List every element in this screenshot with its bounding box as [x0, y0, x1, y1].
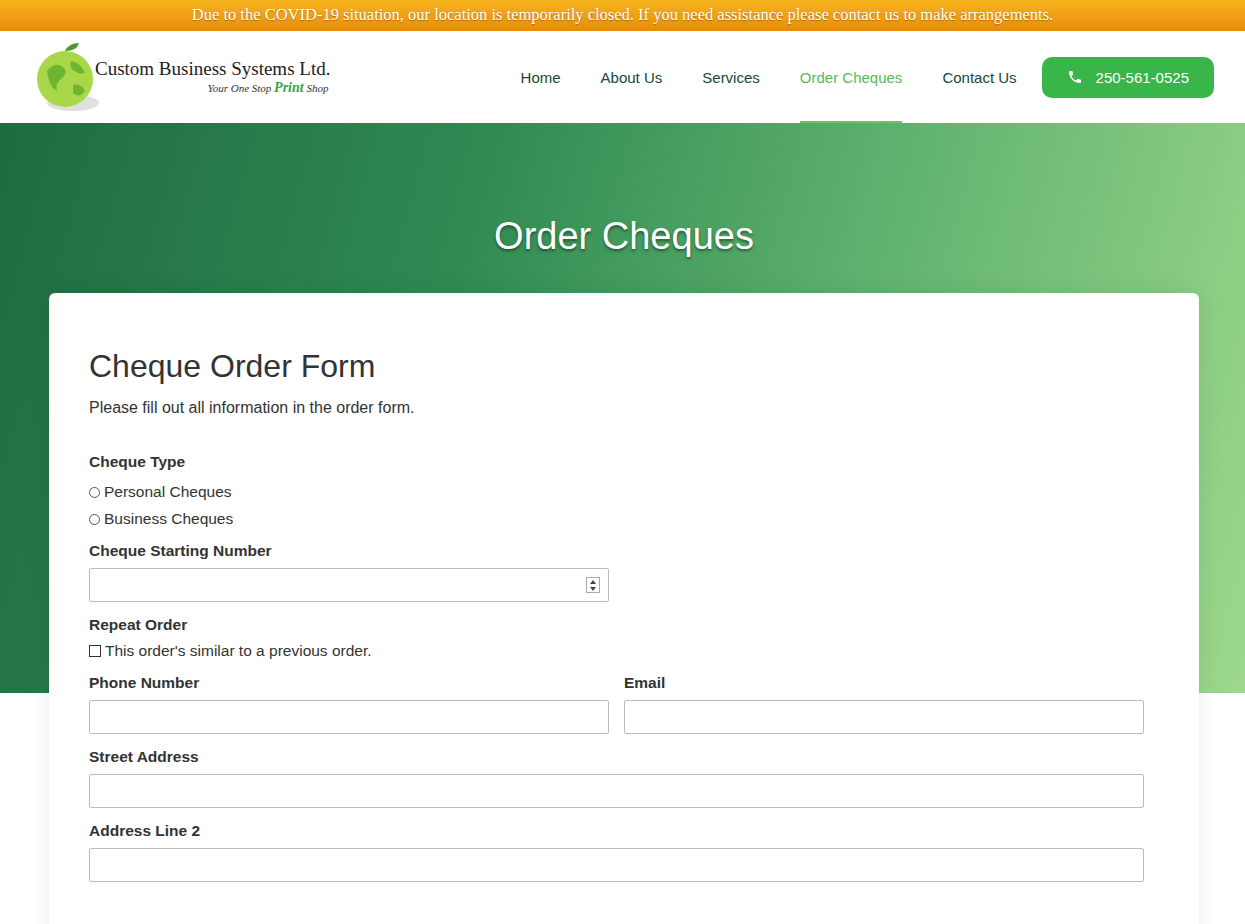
field-label: Phone Number: [89, 674, 609, 692]
phone-icon: [1067, 69, 1083, 85]
page: Due to the COVID-19 situation, our locat…: [0, 0, 1245, 924]
text-input[interactable]: [89, 774, 1144, 808]
field-label: Street Address: [89, 748, 1144, 766]
number-field: Cheque Starting Number: [89, 542, 1144, 602]
checkbox-field: Repeat Order This order's similar to a p…: [89, 616, 1144, 660]
nav-item[interactable]: Services: [702, 31, 760, 123]
text-input[interactable]: [89, 848, 1144, 882]
checkbox[interactable]: [89, 645, 101, 657]
field-row: Phone Number Email: [89, 674, 1144, 748]
header: Custom Business Systems Ltd. Your One St…: [0, 31, 1245, 123]
main-nav: Home About Us Services Order Cheques Contact…: [521, 31, 1214, 123]
spin-down-icon[interactable]: [590, 587, 596, 591]
field-label: Repeat Order: [89, 616, 1144, 634]
globe-logo-icon: [33, 41, 101, 113]
hero-title: Order Cheques: [494, 159, 754, 258]
radio-option[interactable]: Personal Cheques: [89, 483, 1144, 501]
form-intro: Please fill out all information in the o…: [89, 399, 1144, 417]
text-input[interactable]: [624, 700, 1144, 734]
form-title: Cheque Order Form: [89, 348, 1144, 385]
number-input[interactable]: [89, 568, 609, 602]
logo-tagline: Your One Stop Print Shop: [208, 80, 329, 96]
spinner[interactable]: [586, 577, 600, 593]
text-field: Address Line 2: [89, 822, 1144, 882]
nav-item[interactable]: About Us: [601, 31, 663, 123]
field-label: Cheque Starting Number: [89, 542, 1144, 560]
field-label: Address Line 2: [89, 822, 1144, 840]
logo-name: Custom Business Systems Ltd.: [95, 58, 330, 80]
phone-button[interactable]: 250-561-0525: [1042, 57, 1214, 98]
text-field: Email: [624, 674, 1144, 734]
text-field: Phone Number: [89, 674, 609, 734]
checkbox-option[interactable]: This order's similar to a previous order…: [89, 642, 1144, 660]
nav-item[interactable]: Home: [521, 31, 561, 123]
hero: Order Cheques: [49, 123, 1199, 293]
radio-button[interactable]: [89, 487, 100, 498]
text-input[interactable]: [89, 700, 609, 734]
field-label: Email: [624, 674, 1144, 692]
field-label: Cheque Type: [89, 453, 1144, 471]
radio-group: Cheque Type Personal Cheques Business Ch…: [89, 453, 1144, 528]
text-field: Street Address: [89, 748, 1144, 808]
main: Order Cheques Cheque Order Form Please f…: [0, 123, 1245, 924]
covid-banner: Due to the COVID-19 situation, our locat…: [0, 0, 1245, 31]
order-form-card: Cheque Order Form Please fill out all in…: [49, 293, 1199, 924]
logo[interactable]: Custom Business Systems Ltd. Your One St…: [33, 41, 330, 113]
radio-option[interactable]: Business Cheques: [89, 510, 1144, 528]
spin-up-icon[interactable]: [590, 580, 596, 584]
radio-button[interactable]: [89, 514, 100, 525]
nav-item[interactable]: Order Cheques: [800, 31, 903, 123]
nav-item[interactable]: Contact Us: [942, 31, 1016, 123]
